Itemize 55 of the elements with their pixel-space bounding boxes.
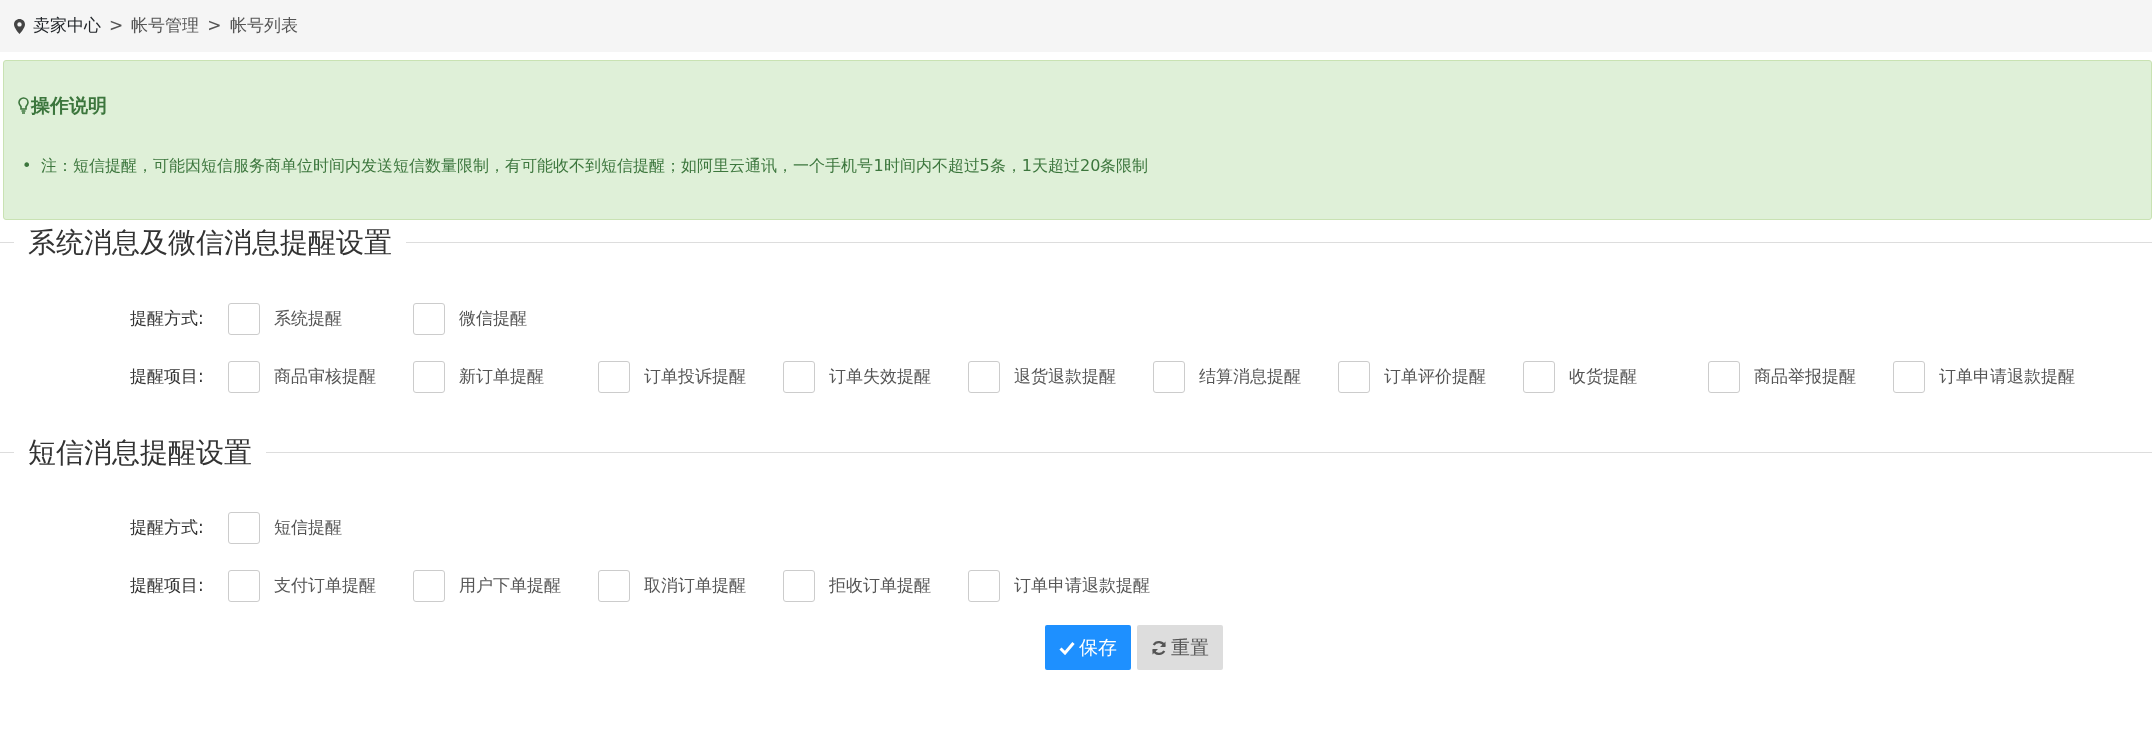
breadcrumb-separator: >: [207, 14, 222, 38]
checkbox[interactable]: [598, 360, 630, 393]
checkbox-label: 取消订单提醒: [644, 574, 746, 598]
checkbox[interactable]: [1153, 360, 1185, 393]
checkbox[interactable]: [413, 302, 445, 335]
checkbox-label: 微信提醒: [459, 306, 527, 330]
checkbox[interactable]: [413, 570, 445, 603]
bullet-mark: •: [22, 154, 32, 177]
checkbox[interactable]: [1338, 360, 1370, 393]
checkbox-label: 商品举报提醒: [1754, 364, 1856, 388]
checkbox-label: 新订单提醒: [459, 364, 544, 388]
checkbox[interactable]: [1893, 360, 1925, 393]
checkbox[interactable]: [1523, 360, 1555, 393]
checkmark-icon: [1058, 640, 1075, 655]
breadcrumb-link[interactable]: 卖家中心: [33, 13, 101, 39]
notice-text: 注：短信提醒，可能因短信服务商单位时间内发送短信数量限制，有可能收不到短信提醒；如阿里云通讯，一个手机号1时间内不超过5条，1天超过20条限制: [41, 154, 1149, 177]
checkbox[interactable]: [1708, 360, 1740, 393]
checkbox-label: 商品审核提醒: [274, 364, 376, 388]
checkbox[interactable]: [228, 512, 260, 545]
checkbox-label: 用户下单提醒: [459, 574, 561, 598]
breadcrumb-separator: >: [109, 14, 124, 38]
section-title: 短信消息提醒设置: [27, 435, 253, 470]
checkbox-label: 订单投诉提醒: [644, 364, 746, 388]
checkbox[interactable]: [228, 302, 260, 335]
field-label: 提醒方式:: [130, 516, 205, 540]
checkbox[interactable]: [413, 360, 445, 393]
field-label: 提醒项目:: [130, 574, 205, 598]
lightbulb-icon: [18, 96, 29, 114]
section-title: 系统消息及微信消息提醒设置: [27, 226, 393, 260]
checkbox[interactable]: [598, 570, 630, 603]
checkbox-label: 支付订单提醒: [274, 574, 376, 598]
checkbox[interactable]: [783, 360, 815, 393]
checkbox[interactable]: [783, 570, 815, 603]
checkbox-label: 订单评价提醒: [1384, 364, 1486, 388]
field-label: 提醒项目:: [130, 364, 205, 388]
checkbox-label: 结算消息提醒: [1199, 364, 1301, 388]
checkbox-label: 退货退款提醒: [1014, 364, 1116, 388]
checkbox-label: 收货提醒: [1569, 364, 1637, 388]
field-label: 提醒方式:: [130, 306, 205, 330]
checkbox-label: 订单申请退款提醒: [1939, 364, 2075, 388]
notice-title: 操作说明: [31, 93, 107, 118]
refresh-icon: [1150, 639, 1167, 656]
checkbox[interactable]: [968, 570, 1000, 603]
breadcrumb-link[interactable]: 帐号列表: [229, 13, 298, 39]
reset-button[interactable]: 重置: [1136, 625, 1223, 671]
map-pin-icon: [14, 18, 25, 34]
checkbox-label: 订单申请退款提醒: [1014, 574, 1150, 598]
checkbox[interactable]: [228, 570, 260, 603]
checkbox-label: 拒收订单提醒: [829, 574, 931, 598]
breadcrumb-link[interactable]: 帐号管理: [131, 13, 200, 39]
checkbox[interactable]: [968, 360, 1000, 393]
checkbox-label: 订单失效提醒: [829, 364, 931, 388]
checkbox-label: 系统提醒: [274, 306, 342, 330]
checkbox-label: 短信提醒: [274, 516, 342, 540]
checkbox[interactable]: [228, 360, 260, 393]
